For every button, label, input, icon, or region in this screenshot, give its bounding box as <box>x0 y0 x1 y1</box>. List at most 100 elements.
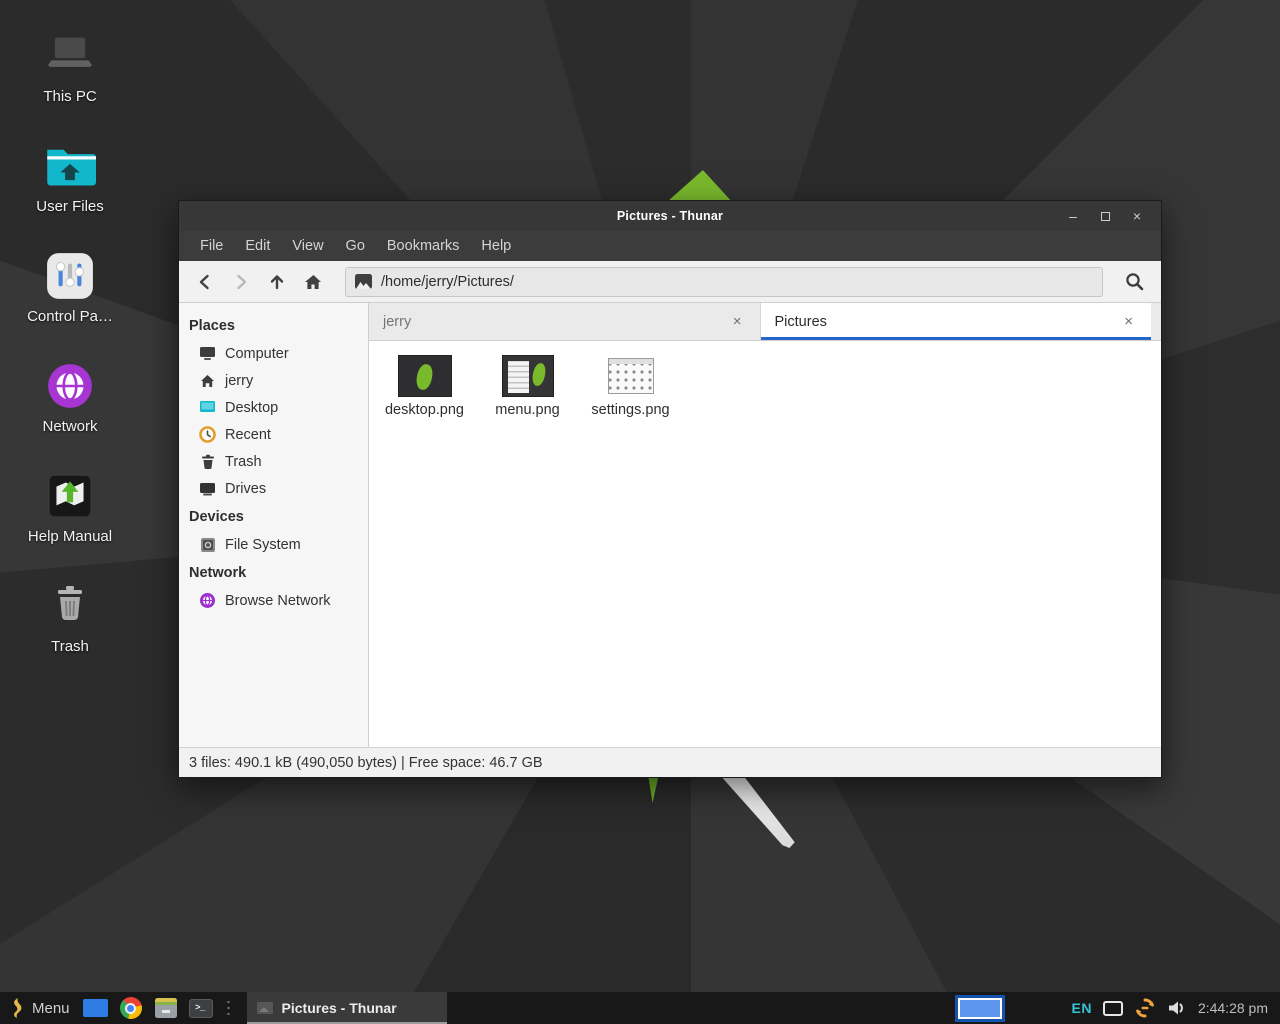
workspace-switcher[interactable] <box>955 995 1005 1022</box>
network-globe-icon <box>14 356 126 416</box>
image-location-icon <box>355 274 372 289</box>
keyboard-layout-indicator[interactable]: EN <box>1071 1000 1091 1016</box>
close-button[interactable]: × <box>1121 201 1153 231</box>
volume-icon[interactable] <box>1167 999 1187 1017</box>
desktop: { "glyphs": { "minimize": "–", "close": … <box>0 0 1280 1024</box>
desktop-icon-this-pc[interactable]: This PC <box>14 26 126 105</box>
tab-bar: jerry × Pictures × <box>369 303 1161 341</box>
display-tray-icon[interactable] <box>1103 1001 1123 1016</box>
taskbar-window-button[interactable]: Pictures - Thunar <box>247 992 447 1024</box>
back-arrow-icon <box>196 273 214 291</box>
menu-view[interactable]: View <box>281 231 334 261</box>
file-manager-launcher[interactable] <box>83 995 109 1021</box>
sidebar-item-computer[interactable]: Computer <box>179 340 368 367</box>
file-settings-png[interactable]: settings.png <box>579 351 682 418</box>
menu-png-thumbnail-image <box>502 355 554 397</box>
computer-icon <box>199 345 216 362</box>
update-notifier-icon[interactable] <box>1134 997 1156 1019</box>
desktop-icon-control-panel[interactable]: Control Pa… <box>14 246 126 325</box>
sidebar-item-label: Trash <box>225 454 262 470</box>
desktop-icon-label: Control Pa… <box>14 308 126 325</box>
tab-close-icon[interactable]: × <box>729 311 746 332</box>
sidebar-item-label: Desktop <box>225 400 278 416</box>
thumbnail-menu-png <box>476 353 579 399</box>
file-menu-png[interactable]: menu.png <box>476 351 579 418</box>
browse-network-globe-icon <box>199 592 216 609</box>
minimize-button[interactable]: – <box>1057 201 1089 231</box>
drives-icon <box>199 480 216 497</box>
search-button[interactable] <box>1117 265 1151 299</box>
sidebar-item-drives[interactable]: Drives <box>179 475 368 502</box>
sidebar-item-desktop[interactable]: Desktop <box>179 394 368 421</box>
sidebar-heading-network: Network <box>179 558 368 587</box>
menu-help[interactable]: Help <box>470 231 522 261</box>
file-list-view[interactable]: desktop.png menu.png settings.png <box>369 341 1161 747</box>
sidebar-item-recent[interactable]: Recent <box>179 421 368 448</box>
menu-label: Menu <box>32 1000 70 1017</box>
sidebar-item-file-system[interactable]: File System <box>179 531 368 558</box>
menu-bookmarks[interactable]: Bookmarks <box>376 231 471 261</box>
workspace-1[interactable] <box>958 998 1002 1019</box>
recent-clock-icon <box>199 426 216 443</box>
menubar: File Edit View Go Bookmarks Help <box>179 231 1161 261</box>
maximize-button[interactable] <box>1089 201 1121 231</box>
window-titlebar[interactable]: Pictures - Thunar – × <box>179 201 1161 231</box>
sidebar-heading-devices: Devices <box>179 502 368 531</box>
tab-label: jerry <box>383 314 729 330</box>
desktop-icon-label: Trash <box>14 638 126 655</box>
sidebar-item-browse-network[interactable]: Browse Network <box>179 587 368 614</box>
menu-go[interactable]: Go <box>335 231 376 261</box>
tab-close-icon[interactable]: × <box>1120 311 1137 332</box>
menu-edit[interactable]: Edit <box>234 231 281 261</box>
task-button-label: Pictures - Thunar <box>282 1000 397 1016</box>
forward-arrow-icon <box>232 273 250 291</box>
clock[interactable]: 2:44:28 pm <box>1198 1000 1268 1016</box>
this-pc-icon <box>14 26 126 86</box>
control-panel-icon <box>14 246 126 306</box>
status-bar: 3 files: 490.1 kB (490,050 bytes) | Free… <box>179 747 1161 777</box>
panel-separator-handle[interactable] <box>225 997 232 1019</box>
chrome-icon <box>120 997 142 1019</box>
desktop-icon-network[interactable]: Network <box>14 356 126 435</box>
desktop-icon-user-files[interactable]: User Files <box>14 136 126 215</box>
file-desktop-png[interactable]: desktop.png <box>373 351 476 418</box>
home-icon <box>199 372 216 389</box>
window-controls: – × <box>1057 201 1153 231</box>
home-button[interactable] <box>297 266 329 298</box>
tab-pictures[interactable]: Pictures × <box>761 303 1152 340</box>
tab-jerry[interactable]: jerry × <box>369 303 761 340</box>
toolbar: /home/jerry/Pictures/ <box>179 261 1161 303</box>
desktop-icon-trash[interactable]: Trash <box>14 576 126 655</box>
home-icon <box>304 273 323 291</box>
menu-file[interactable]: File <box>189 231 234 261</box>
desktop-icon-label: Network <box>14 418 126 435</box>
window-content: Places Computer jerry Desktop Recent Tra… <box>179 303 1161 747</box>
file-cabinet-icon <box>155 998 177 1018</box>
terminal-launcher[interactable] <box>188 995 214 1021</box>
file-name: settings.png <box>579 402 682 418</box>
chrome-launcher[interactable] <box>118 995 144 1021</box>
back-button[interactable] <box>189 266 221 298</box>
taskbar: Menu Pictures - Thunar EN 2:44:28 pm <box>0 992 1280 1024</box>
desktop-monitor-icon <box>199 399 216 416</box>
applications-menu-button[interactable]: Menu <box>6 997 74 1019</box>
path-bar[interactable]: /home/jerry/Pictures/ <box>345 267 1103 297</box>
thumbnail-desktop-png <box>373 353 476 399</box>
file-name: desktop.png <box>373 402 476 418</box>
window-title: Pictures - Thunar <box>617 209 723 223</box>
tabbar-filler <box>1151 303 1161 340</box>
up-button[interactable] <box>261 266 293 298</box>
file-system-drive-icon <box>199 536 216 553</box>
sidebar-item-jerry-home[interactable]: jerry <box>179 367 368 394</box>
path-text: /home/jerry/Pictures/ <box>381 274 514 290</box>
thunar-task-icon <box>257 1002 273 1014</box>
archive-manager-launcher[interactable] <box>153 995 179 1021</box>
terminal-icon <box>189 999 213 1018</box>
sidebar: Places Computer jerry Desktop Recent Tra… <box>179 303 369 747</box>
forward-button[interactable] <box>225 266 257 298</box>
tab-label: Pictures <box>775 314 1121 330</box>
desktop-icon-help-manual[interactable]: Help Manual <box>14 466 126 545</box>
desktop-icon-label: This PC <box>14 88 126 105</box>
sidebar-item-trash[interactable]: Trash <box>179 448 368 475</box>
sidebar-item-label: Drives <box>225 481 266 497</box>
